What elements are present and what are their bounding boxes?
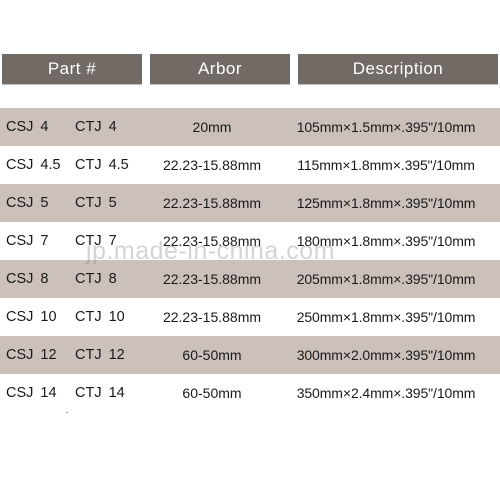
cell-part-number: CSJ 4 [0, 119, 66, 135]
part-number-size: 5 [40, 195, 49, 211]
cell-description: 350mm×2.4mm×.395"/10mm [296, 385, 476, 401]
table-row: CSJ 12 CTJ 12 60-50mm 300mm×2.0mm×.395"/10mm [0, 336, 500, 374]
table-row: CSJ 7 CTJ 7 22.23-15.88mm 180mm×1.8mm×.395"/1… [0, 222, 500, 260]
arbor-number-prefix: CTJ [75, 347, 102, 363]
part-number-prefix: CSJ [6, 271, 34, 287]
arbor-number-prefix: CTJ [75, 233, 102, 249]
column-header-part-number: Part # [2, 54, 142, 84]
cell-part-number: CSJ 12 [0, 347, 66, 363]
table-row: CSJ 14 CTJ 14 60-50mm 350mm×2.4mm×.395"/10mm [0, 374, 500, 412]
cell-arbor-bore: 22.23-15.88mm [162, 195, 262, 211]
part-number-size: 4 [40, 119, 49, 135]
table-row: CSJ 4 CTJ 4 20mm 105mm×1.5mm×.395"/10mm [0, 108, 500, 146]
part-number-prefix: CSJ [6, 119, 34, 135]
part-number-size: 12 [40, 347, 57, 363]
cell-part-number: CSJ 8 [0, 271, 66, 287]
cell-arbor-bore: 60-50mm [182, 347, 242, 363]
cell-arbor-bore: 60-50mm [182, 385, 242, 401]
part-number-prefix: CSJ [6, 157, 34, 173]
arbor-number-size: 4.5 [108, 157, 129, 173]
table-row: CSJ 4.5 CTJ 4.5 22.23-15.88mm 115mm×1.8mm×.39… [0, 146, 500, 184]
cell-arbor-bore: 22.23-15.88mm [162, 309, 262, 325]
cell-arbor-number: CTJ 14 [66, 385, 148, 401]
arbor-number-prefix: CTJ [75, 271, 102, 287]
cell-description: 115mm×1.8mm×.395"/10mm [297, 157, 475, 173]
arbor-number-size: 12 [108, 347, 125, 363]
part-number-size: 14 [40, 385, 57, 401]
cell-description: 125mm×1.8mm×.395"/10mm [296, 195, 476, 211]
table-header-row: Part # Arbor Description [0, 54, 500, 84]
table-row: CSJ 8 CTJ 8 22.23-15.88mm 205mm×1.8mm×.395"/1… [0, 260, 500, 298]
arbor-number-size: 5 [108, 195, 117, 211]
cell-part-number: CSJ 4.5 [0, 157, 66, 173]
cell-part-number: CSJ 10 [0, 309, 66, 325]
cell-description: 300mm×2.0mm×.395"/10mm [296, 347, 476, 363]
cell-description: 105mm×1.5mm×.395"/10mm [296, 119, 476, 135]
table-row: CSJ 10 CTJ 10 22.23-15.88mm 250mm×1.8mm×.395"… [0, 298, 500, 336]
part-number-prefix: CSJ [6, 385, 34, 401]
cell-arbor-bore: 22.23-15.88mm [162, 271, 262, 287]
column-header-arbor-label: Arbor [197, 59, 243, 78]
cell-arbor-number: CTJ 12 [66, 347, 148, 363]
cell-arbor-bore: 20mm [192, 119, 232, 135]
part-number-size: 10 [40, 309, 57, 325]
arbor-number-size: 8 [108, 271, 117, 287]
part-number-prefix: CSJ [6, 309, 34, 325]
arbor-number-prefix: CTJ [75, 157, 102, 173]
cell-arbor-number: CTJ 10 [66, 309, 148, 325]
column-header-description-label: Description [352, 59, 444, 78]
column-header-description: Description [298, 54, 498, 84]
part-number-size: 8 [40, 271, 49, 287]
cell-arbor-number: CTJ 4 [66, 119, 148, 135]
cell-description: 250mm×1.8mm×.395"/10mm [296, 309, 476, 325]
part-number-prefix: CSJ [6, 195, 34, 211]
cell-part-number: CSJ 5 [0, 195, 66, 211]
table-body: CSJ 4 CTJ 4 20mm 105mm×1.5mm×.395"/10mm CSJ 4.5… [0, 108, 500, 412]
arbor-number-size: 7 [108, 233, 117, 249]
part-number-prefix: CSJ [6, 233, 34, 249]
table-row: CSJ 5 CTJ 5 22.23-15.88mm 125mm×1.8mm×.395"/1… [0, 184, 500, 222]
arbor-number-size: 14 [108, 385, 125, 401]
cell-arbor-bore: 22.23-15.88mm [162, 157, 262, 173]
arbor-number-prefix: CTJ [75, 119, 102, 135]
arbor-number-prefix: CTJ [75, 385, 102, 401]
cell-arbor-bore: 22.23-15.88mm [162, 233, 262, 249]
cell-arbor-number: CTJ 7 [66, 233, 148, 249]
spec-table-page: Part # Arbor Description CSJ 4 CTJ 4 20mm 105… [0, 0, 500, 500]
part-number-prefix: CSJ [6, 347, 34, 363]
cell-arbor-number: CTJ 8 [66, 271, 148, 287]
cell-arbor-number: CTJ 4.5 [66, 157, 148, 173]
cell-part-number: CSJ 14 [0, 385, 66, 401]
arbor-number-prefix: CTJ [75, 195, 102, 211]
arbor-number-size: 10 [108, 309, 125, 325]
arbor-number-size: 4 [108, 119, 117, 135]
cell-arbor-number: CTJ 5 [66, 195, 148, 211]
cell-description: 205mm×1.8mm×.395"/10mm [296, 271, 476, 287]
arbor-number-prefix: CTJ [75, 309, 102, 325]
cell-description: 180mm×1.8mm×.395"/10mm [296, 233, 476, 249]
part-number-size: 4.5 [40, 157, 61, 173]
column-header-arbor: Arbor [150, 54, 290, 84]
cell-part-number: CSJ 7 [0, 233, 66, 249]
column-header-part-number-label: Part # [47, 59, 97, 78]
part-number-size: 7 [40, 233, 49, 249]
